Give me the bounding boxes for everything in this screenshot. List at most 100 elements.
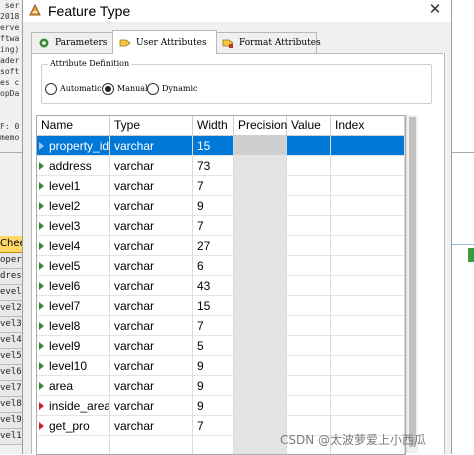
cell-value[interactable]: [287, 196, 331, 216]
cell-type[interactable]: varchar: [110, 316, 193, 336]
table-row[interactable]: address varchar 73: [37, 156, 405, 176]
table-row[interactable]: level8 varchar 7: [37, 316, 405, 336]
cell-type[interactable]: varchar: [110, 396, 193, 416]
table-row[interactable]: level3 varchar 7: [37, 216, 405, 236]
cell-precision[interactable]: [234, 176, 287, 196]
cell-index[interactable]: [331, 236, 405, 256]
cell-name[interactable]: level6: [37, 276, 110, 296]
cell-width[interactable]: 27: [193, 236, 234, 256]
cell-width[interactable]: 9: [193, 356, 234, 376]
cell-precision[interactable]: [234, 216, 287, 236]
background-sheet-row[interactable]: vel1: [0, 429, 22, 445]
attributes-table[interactable]: Name Type Width Precision Value Index propert…: [36, 115, 406, 455]
cell-value[interactable]: [287, 376, 331, 396]
cell-type[interactable]: varchar: [110, 236, 193, 256]
cell-value[interactable]: [287, 336, 331, 356]
cell-index[interactable]: [331, 276, 405, 296]
column-header-value[interactable]: Value: [287, 116, 331, 135]
close-button[interactable]: ✕: [425, 0, 445, 20]
cell-name[interactable]: inside_area: [37, 396, 110, 416]
table-row[interactable]: level6 varchar 43: [37, 276, 405, 296]
column-header-type[interactable]: Type: [110, 116, 193, 135]
cell-type[interactable]: varchar: [110, 296, 193, 316]
cell-name[interactable]: get_pro: [37, 416, 110, 436]
cell-value[interactable]: [287, 156, 331, 176]
column-header-precision[interactable]: Precision: [234, 116, 287, 135]
cell-width[interactable]: 9: [193, 196, 234, 216]
table-row[interactable]: level4 varchar 27: [37, 236, 405, 256]
title-bar[interactable]: Feature Type ✕: [23, 0, 451, 22]
empty-cell[interactable]: [193, 436, 234, 454]
cell-precision[interactable]: [234, 196, 287, 216]
table-row[interactable]: level7 varchar 15: [37, 296, 405, 316]
cell-name[interactable]: level3: [37, 216, 110, 236]
background-sheet-row[interactable]: dres: [0, 269, 22, 285]
table-row[interactable]: property_id varchar 15: [37, 136, 405, 156]
cell-width[interactable]: 6: [193, 256, 234, 276]
cell-index[interactable]: [331, 256, 405, 276]
cell-type[interactable]: varchar: [110, 136, 193, 156]
empty-cell[interactable]: [110, 436, 193, 454]
cell-index[interactable]: [331, 376, 405, 396]
empty-cell[interactable]: [37, 436, 110, 454]
cell-value[interactable]: [287, 236, 331, 256]
background-sheet-row[interactable]: vel2: [0, 301, 22, 317]
cell-name[interactable]: property_id: [37, 136, 110, 156]
cell-index[interactable]: [331, 296, 405, 316]
column-header-width[interactable]: Width: [193, 116, 234, 135]
cell-precision[interactable]: [234, 296, 287, 316]
cell-value[interactable]: [287, 276, 331, 296]
cell-name[interactable]: level1: [37, 176, 110, 196]
background-sheet-row[interactable]: vel6: [0, 365, 22, 381]
background-sheet-row[interactable]: vel5: [0, 349, 22, 365]
cell-value[interactable]: [287, 296, 331, 316]
cell-width[interactable]: 9: [193, 376, 234, 396]
cell-name[interactable]: level2: [37, 196, 110, 216]
cell-width[interactable]: 7: [193, 316, 234, 336]
cell-type[interactable]: varchar: [110, 356, 193, 376]
cell-value[interactable]: [287, 356, 331, 376]
cell-type[interactable]: varchar: [110, 216, 193, 236]
vertical-scrollbar[interactable]: [406, 115, 418, 453]
column-header-name[interactable]: Name: [37, 116, 110, 135]
cell-width[interactable]: 43: [193, 276, 234, 296]
cell-value[interactable]: [287, 396, 331, 416]
cell-name[interactable]: level8: [37, 316, 110, 336]
cell-width[interactable]: 5: [193, 336, 234, 356]
cell-width[interactable]: 15: [193, 136, 234, 156]
cell-precision[interactable]: [234, 376, 287, 396]
cell-precision[interactable]: [234, 236, 287, 256]
column-header-index[interactable]: Index: [331, 116, 405, 135]
background-sheet-tab[interactable]: Chee: [0, 236, 22, 253]
cell-index[interactable]: [331, 136, 405, 156]
tab-user-attributes[interactable]: User Attributes: [112, 30, 217, 54]
cell-width[interactable]: 7: [193, 176, 234, 196]
cell-width[interactable]: 15: [193, 296, 234, 316]
cell-width[interactable]: 7: [193, 216, 234, 236]
tab-format-attributes[interactable]: Format Attributes: [215, 32, 321, 53]
background-sheet-row[interactable]: oper: [0, 253, 22, 269]
cell-value[interactable]: [287, 216, 331, 236]
table-row[interactable]: level2 varchar 9: [37, 196, 405, 216]
cell-width[interactable]: 7: [193, 416, 234, 436]
cell-name[interactable]: area: [37, 376, 110, 396]
cell-index[interactable]: [331, 396, 405, 416]
cell-type[interactable]: varchar: [110, 256, 193, 276]
cell-type[interactable]: varchar: [110, 376, 193, 396]
cell-type[interactable]: varchar: [110, 276, 193, 296]
cell-name[interactable]: level7: [37, 296, 110, 316]
cell-precision[interactable]: [234, 396, 287, 416]
cell-type[interactable]: varchar: [110, 416, 193, 436]
background-sheet-row[interactable]: vel4: [0, 333, 22, 349]
background-sheet-row[interactable]: evel: [0, 285, 22, 301]
tab-parameters[interactable]: Parameters: [31, 32, 114, 53]
cell-width[interactable]: 73: [193, 156, 234, 176]
cell-index[interactable]: [331, 316, 405, 336]
table-row[interactable]: level5 varchar 6: [37, 256, 405, 276]
background-sheet-row[interactable]: vel7: [0, 381, 22, 397]
cell-precision[interactable]: [234, 276, 287, 296]
cell-index[interactable]: [331, 196, 405, 216]
cell-value[interactable]: [287, 136, 331, 156]
cell-index[interactable]: [331, 336, 405, 356]
table-row[interactable]: level1 varchar 7: [37, 176, 405, 196]
